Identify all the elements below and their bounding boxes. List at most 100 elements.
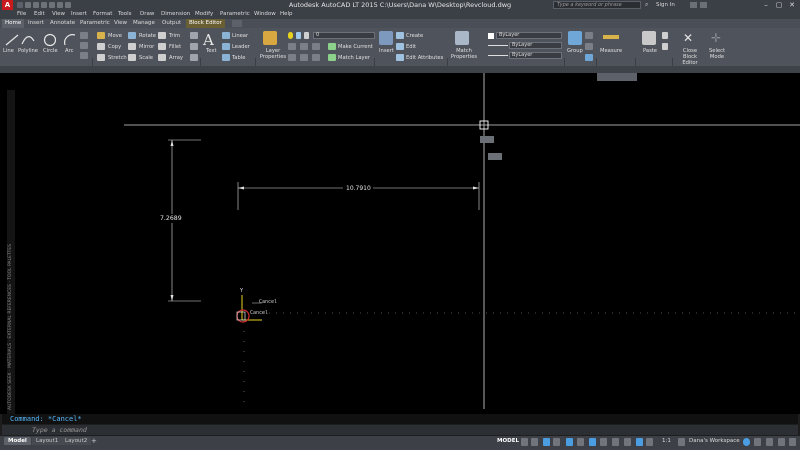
binoculars-icon[interactable]: ⌕ — [645, 1, 651, 8]
layer-off-icon[interactable] — [288, 43, 296, 50]
rotate-icon[interactable] — [128, 32, 136, 39]
match-layer-icon[interactable] — [328, 54, 336, 61]
menu-edit[interactable]: Edit — [34, 11, 45, 17]
circle-icon[interactable] — [43, 33, 57, 47]
tab-annotate[interactable]: Annotate — [47, 19, 78, 28]
table-button[interactable]: Table — [232, 55, 245, 61]
insert-icon[interactable] — [379, 31, 393, 45]
help-icon[interactable] — [700, 2, 707, 8]
tab-model[interactable]: Model — [4, 437, 31, 445]
layer-properties-icon[interactable] — [263, 31, 277, 45]
make-current-button[interactable]: Make Current — [338, 44, 373, 50]
erase-icon[interactable] — [190, 32, 198, 39]
otrack-icon[interactable] — [577, 438, 584, 446]
edit-attributes-icon[interactable] — [396, 54, 404, 61]
search-input[interactable]: Type a keyword or phrase — [553, 1, 641, 9]
layer-properties-button[interactable]: Layer Properties — [258, 48, 288, 60]
trim-icon[interactable] — [158, 32, 166, 39]
paste-button[interactable]: Paste — [643, 48, 657, 54]
workspace-gear-icon[interactable] — [678, 438, 685, 446]
lineweight-icon[interactable] — [589, 438, 596, 446]
selection-cycling-icon[interactable] — [612, 438, 619, 446]
tab-output[interactable]: Output — [159, 19, 184, 28]
region-icon[interactable] — [80, 52, 88, 59]
hatch-icon[interactable] — [80, 42, 88, 49]
annotation-visibility-icon[interactable] — [636, 438, 643, 446]
group-select-icon[interactable] — [585, 54, 593, 61]
isolate-objects-icon[interactable] — [743, 438, 750, 446]
auto-scale-icon[interactable] — [646, 438, 653, 446]
menu-tools[interactable]: Tools — [118, 11, 132, 17]
menu-view[interactable]: View — [52, 11, 65, 17]
move-icon[interactable] — [97, 32, 105, 39]
offset-icon[interactable] — [190, 54, 198, 61]
ortho-icon[interactable] — [543, 438, 550, 446]
exchange-icon[interactable] — [690, 2, 697, 8]
annotation-scale-button[interactable]: 1:1 — [662, 438, 671, 444]
command-input[interactable]: Type a command — [2, 425, 798, 435]
close-block-editor-button[interactable]: Close Block Editor — [676, 48, 704, 66]
match-properties-button[interactable]: Match Properties — [450, 48, 478, 60]
select-mode-icon[interactable]: ✛ — [711, 31, 721, 45]
menu-dimension[interactable]: Dimension — [161, 11, 190, 17]
measure-icon[interactable] — [603, 35, 619, 39]
text-button[interactable]: Text — [206, 48, 217, 54]
polar-icon[interactable] — [553, 438, 560, 446]
snap-icon[interactable] — [531, 438, 538, 446]
fillet-icon[interactable] — [158, 43, 166, 50]
workspace-dropdown[interactable]: Dana's Workspace — [689, 438, 740, 444]
model-space-button[interactable]: MODEL — [497, 438, 519, 444]
customize-icon[interactable] — [778, 438, 785, 446]
leader-button[interactable]: Leader — [232, 44, 250, 50]
tab-layout1[interactable]: Layout1 — [32, 437, 63, 445]
layer-thaw-icon[interactable] — [300, 54, 308, 61]
make-current-icon[interactable] — [328, 43, 336, 50]
menu-parametric[interactable]: Parametric — [220, 11, 250, 17]
copy-icon[interactable] — [97, 43, 105, 50]
match-properties-icon[interactable] — [455, 31, 469, 45]
edit-icon[interactable] — [396, 43, 404, 50]
create-icon[interactable] — [396, 32, 404, 39]
edit-button[interactable]: Edit — [406, 44, 416, 50]
mirror-icon[interactable] — [128, 43, 136, 50]
menu-window[interactable]: Window — [254, 11, 276, 17]
match-layer-button[interactable]: Match Layer — [338, 55, 370, 61]
explode-icon[interactable] — [190, 43, 198, 50]
measure-button[interactable]: Measure — [600, 48, 622, 54]
color-dropdown[interactable]: ByLayer — [496, 32, 562, 39]
move-button[interactable]: Move — [108, 33, 122, 39]
table-icon[interactable] — [222, 54, 230, 61]
grip-badge-1[interactable] — [480, 136, 494, 143]
clean-screen-icon[interactable] — [766, 438, 773, 446]
drawing-canvas[interactable] — [0, 73, 800, 414]
tab-parametric[interactable]: Parametric — [77, 19, 113, 28]
osnap-icon[interactable] — [566, 438, 573, 446]
menu-help[interactable]: Help — [280, 11, 293, 17]
layer-unisolate-icon[interactable] — [288, 54, 296, 61]
close-block-editor-icon[interactable]: ✕ — [683, 31, 693, 45]
copy-clip-icon[interactable] — [662, 43, 668, 50]
menu-format[interactable]: Format — [93, 11, 112, 17]
hardware-acceleration-icon[interactable] — [754, 438, 761, 446]
copy-button[interactable]: Copy — [108, 44, 121, 50]
ungroup-icon[interactable] — [585, 32, 593, 39]
tab-manage[interactable]: Manage — [130, 19, 158, 28]
menu-file[interactable]: File — [17, 11, 26, 17]
insert-button[interactable]: Insert — [379, 48, 394, 54]
tab-block-editor[interactable]: Block Editor — [186, 19, 225, 28]
arc-icon[interactable] — [63, 33, 77, 47]
mirror-button[interactable]: Mirror — [139, 44, 154, 50]
tab-insert[interactable]: Insert — [25, 19, 47, 28]
leader-icon[interactable] — [222, 43, 230, 50]
tool-palettes-strip[interactable]: AUTODESK SEEK · MATERIALS · EXTERNAL REF… — [7, 90, 15, 420]
stretch-button[interactable]: Stretch — [108, 55, 127, 61]
layer-lock-icon[interactable] — [312, 54, 320, 61]
array-button[interactable]: Array — [169, 55, 183, 61]
stretch-icon[interactable] — [97, 54, 105, 61]
scale-button[interactable]: Scale — [139, 55, 153, 61]
rectangle-icon[interactable] — [80, 32, 88, 39]
fillet-button[interactable]: Fillet — [169, 44, 181, 50]
linear-button[interactable]: Linear — [232, 33, 248, 39]
trim-button[interactable]: Trim — [169, 33, 180, 39]
tab-home[interactable]: Home — [2, 19, 25, 28]
